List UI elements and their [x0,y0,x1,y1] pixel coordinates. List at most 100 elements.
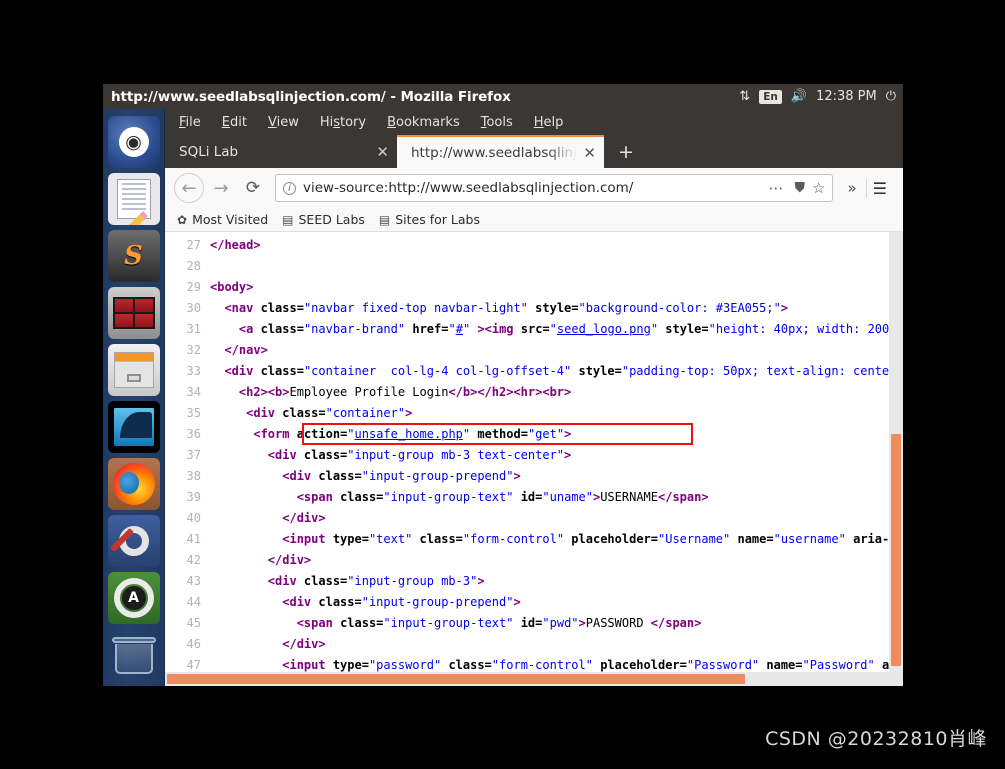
address-bar[interactable]: i view-source:http://www.seedlabsqlinjec… [275,174,834,202]
new-tab-button[interactable]: + [604,135,648,168]
code-token: "container" [325,406,406,420]
wireshark-icon[interactable] [107,401,160,453]
bookmark-sites-for-labs[interactable]: ▤ Sites for Labs [379,212,480,227]
line-number: 34 [186,385,201,399]
tab-label: http://www.seedlabsqlinje [411,144,578,161]
line-number: 38 [186,469,201,483]
menu-item-help[interactable]: Help [534,115,564,130]
code-line: 35 <div class="container"> [165,403,903,424]
tab-sqli-lab[interactable]: SQLi Lab ✕ [165,135,397,168]
page-actions-icon[interactable]: ⋯ [763,179,791,197]
network-icon[interactable]: ⇅ [739,90,750,103]
text-editor-icon[interactable] [107,173,160,225]
bookmark-seed-labs[interactable]: ▤ SEED Labs [282,212,365,227]
hamburger-menu-icon[interactable]: ☰ [865,178,894,198]
code-token: <nav [224,301,261,315]
files-icon[interactable] [107,344,160,396]
tab-view-source[interactable]: http://www.seedlabsqlinje ✕ [397,135,604,168]
watermark: CSDN @20232810肖峰 [765,728,987,750]
menu-item-view[interactable]: View [268,115,299,130]
code-token: "navbar-brand" [303,322,406,336]
menu-item-file[interactable]: File [179,115,201,130]
code-token: class= [448,658,492,672]
overflow-chevron-icon[interactable]: » [840,179,863,197]
virtual-machine-icon[interactable] [107,287,160,339]
tab-close-icon[interactable]: ✕ [583,144,596,162]
vertical-scrollbar[interactable] [889,232,903,672]
code-token: id= [520,490,543,504]
bookmark-star-icon[interactable]: ☆ [809,179,825,197]
firefox-icon[interactable] [107,458,160,510]
code-token: Employee Profile Login [289,385,449,399]
power-icon[interactable]: ⏻ [886,90,896,103]
vertical-scrollbar-thumb[interactable] [891,434,901,666]
code-token: PASSWORD [585,616,651,630]
back-icon[interactable]: ← [174,173,204,203]
code-line: 42 </div> [165,550,903,571]
sublime-s-glyph: S [124,241,143,271]
bookmark-icon: ▤ [282,212,294,227]
menu-item-history[interactable]: History [320,115,366,130]
info-icon[interactable]: i [283,181,296,195]
code-token: > [513,469,521,483]
code-token[interactable]: # [456,322,463,336]
horizontal-scrollbar[interactable] [165,672,903,686]
code-token: "input-group-text" [383,616,514,630]
window-titlebar[interactable]: http://www.seedlabsqlinjection.com/ - Mo… [103,84,903,109]
window-title: http://www.seedlabsqlinjection.com/ - Mo… [111,88,511,105]
bookmark-most-visited[interactable]: ✿ Most Visited [177,212,268,227]
keyboard-layout-indicator[interactable]: En [759,89,782,104]
volume-icon[interactable]: 🔊 [791,90,807,103]
system-tools-icon[interactable] [107,515,160,567]
firefox-logo-glyph [112,463,155,505]
line-number: 45 [186,616,201,630]
code-token: <body> [210,280,254,294]
trash-icon[interactable] [108,629,160,681]
forward-icon[interactable]: → [206,173,236,203]
code-token: "pwd" [542,616,579,630]
updater-a-glyph: A [121,586,146,610]
code-token: "get" [527,427,565,441]
tab-close-icon[interactable]: ✕ [376,143,389,161]
software-updater-icon[interactable]: A [107,572,160,624]
code-token: "uname" [542,490,593,504]
shark-fin-glyph [111,406,156,448]
code-token[interactable]: seed_logo.png [557,322,651,336]
menu-item-tools[interactable]: Tools [481,115,513,130]
clock[interactable]: 12:38 PM [816,89,877,104]
sublime-text-icon[interactable]: S [107,230,160,282]
code-token: class= [318,469,362,483]
ubuntu-dash-icon[interactable]: ◉ [107,116,160,168]
code-token: class= [260,322,304,336]
code-scroll-area[interactable]: 27 </head> 28 29 <body> 30 <nav class="navbar… [165,232,903,672]
file-cabinet-glyph [113,352,154,388]
code-token: </head> [210,238,261,252]
code-token[interactable]: unsafe_home.php [355,427,463,441]
wrench-icon [109,527,134,553]
line-number: 35 [186,406,201,420]
menu-item-edit[interactable]: Edit [222,115,247,130]
code-token: > [477,574,485,588]
code-token: class= [260,301,304,315]
shield-icon[interactable]: ⛊ [791,180,810,196]
code-token: type= [332,658,369,672]
reload-icon[interactable]: ⟳ [238,173,268,203]
menu-item-bookmarks[interactable]: Bookmarks [387,115,460,130]
line-number: 46 [186,637,201,651]
menu-bar: File Edit View History Bookmarks Tools Help [165,109,903,135]
horizontal-scrollbar-thumb[interactable] [167,674,745,684]
code-line: 40 </div> [165,508,903,529]
code-token: class= [340,616,384,630]
code-token: placeholder= [571,532,658,546]
line-number: 28 [186,259,201,273]
code-line: 47 <input type="password" class="form-co… [165,655,903,672]
pencil-glyph [126,211,148,225]
code-token: " [549,322,557,336]
